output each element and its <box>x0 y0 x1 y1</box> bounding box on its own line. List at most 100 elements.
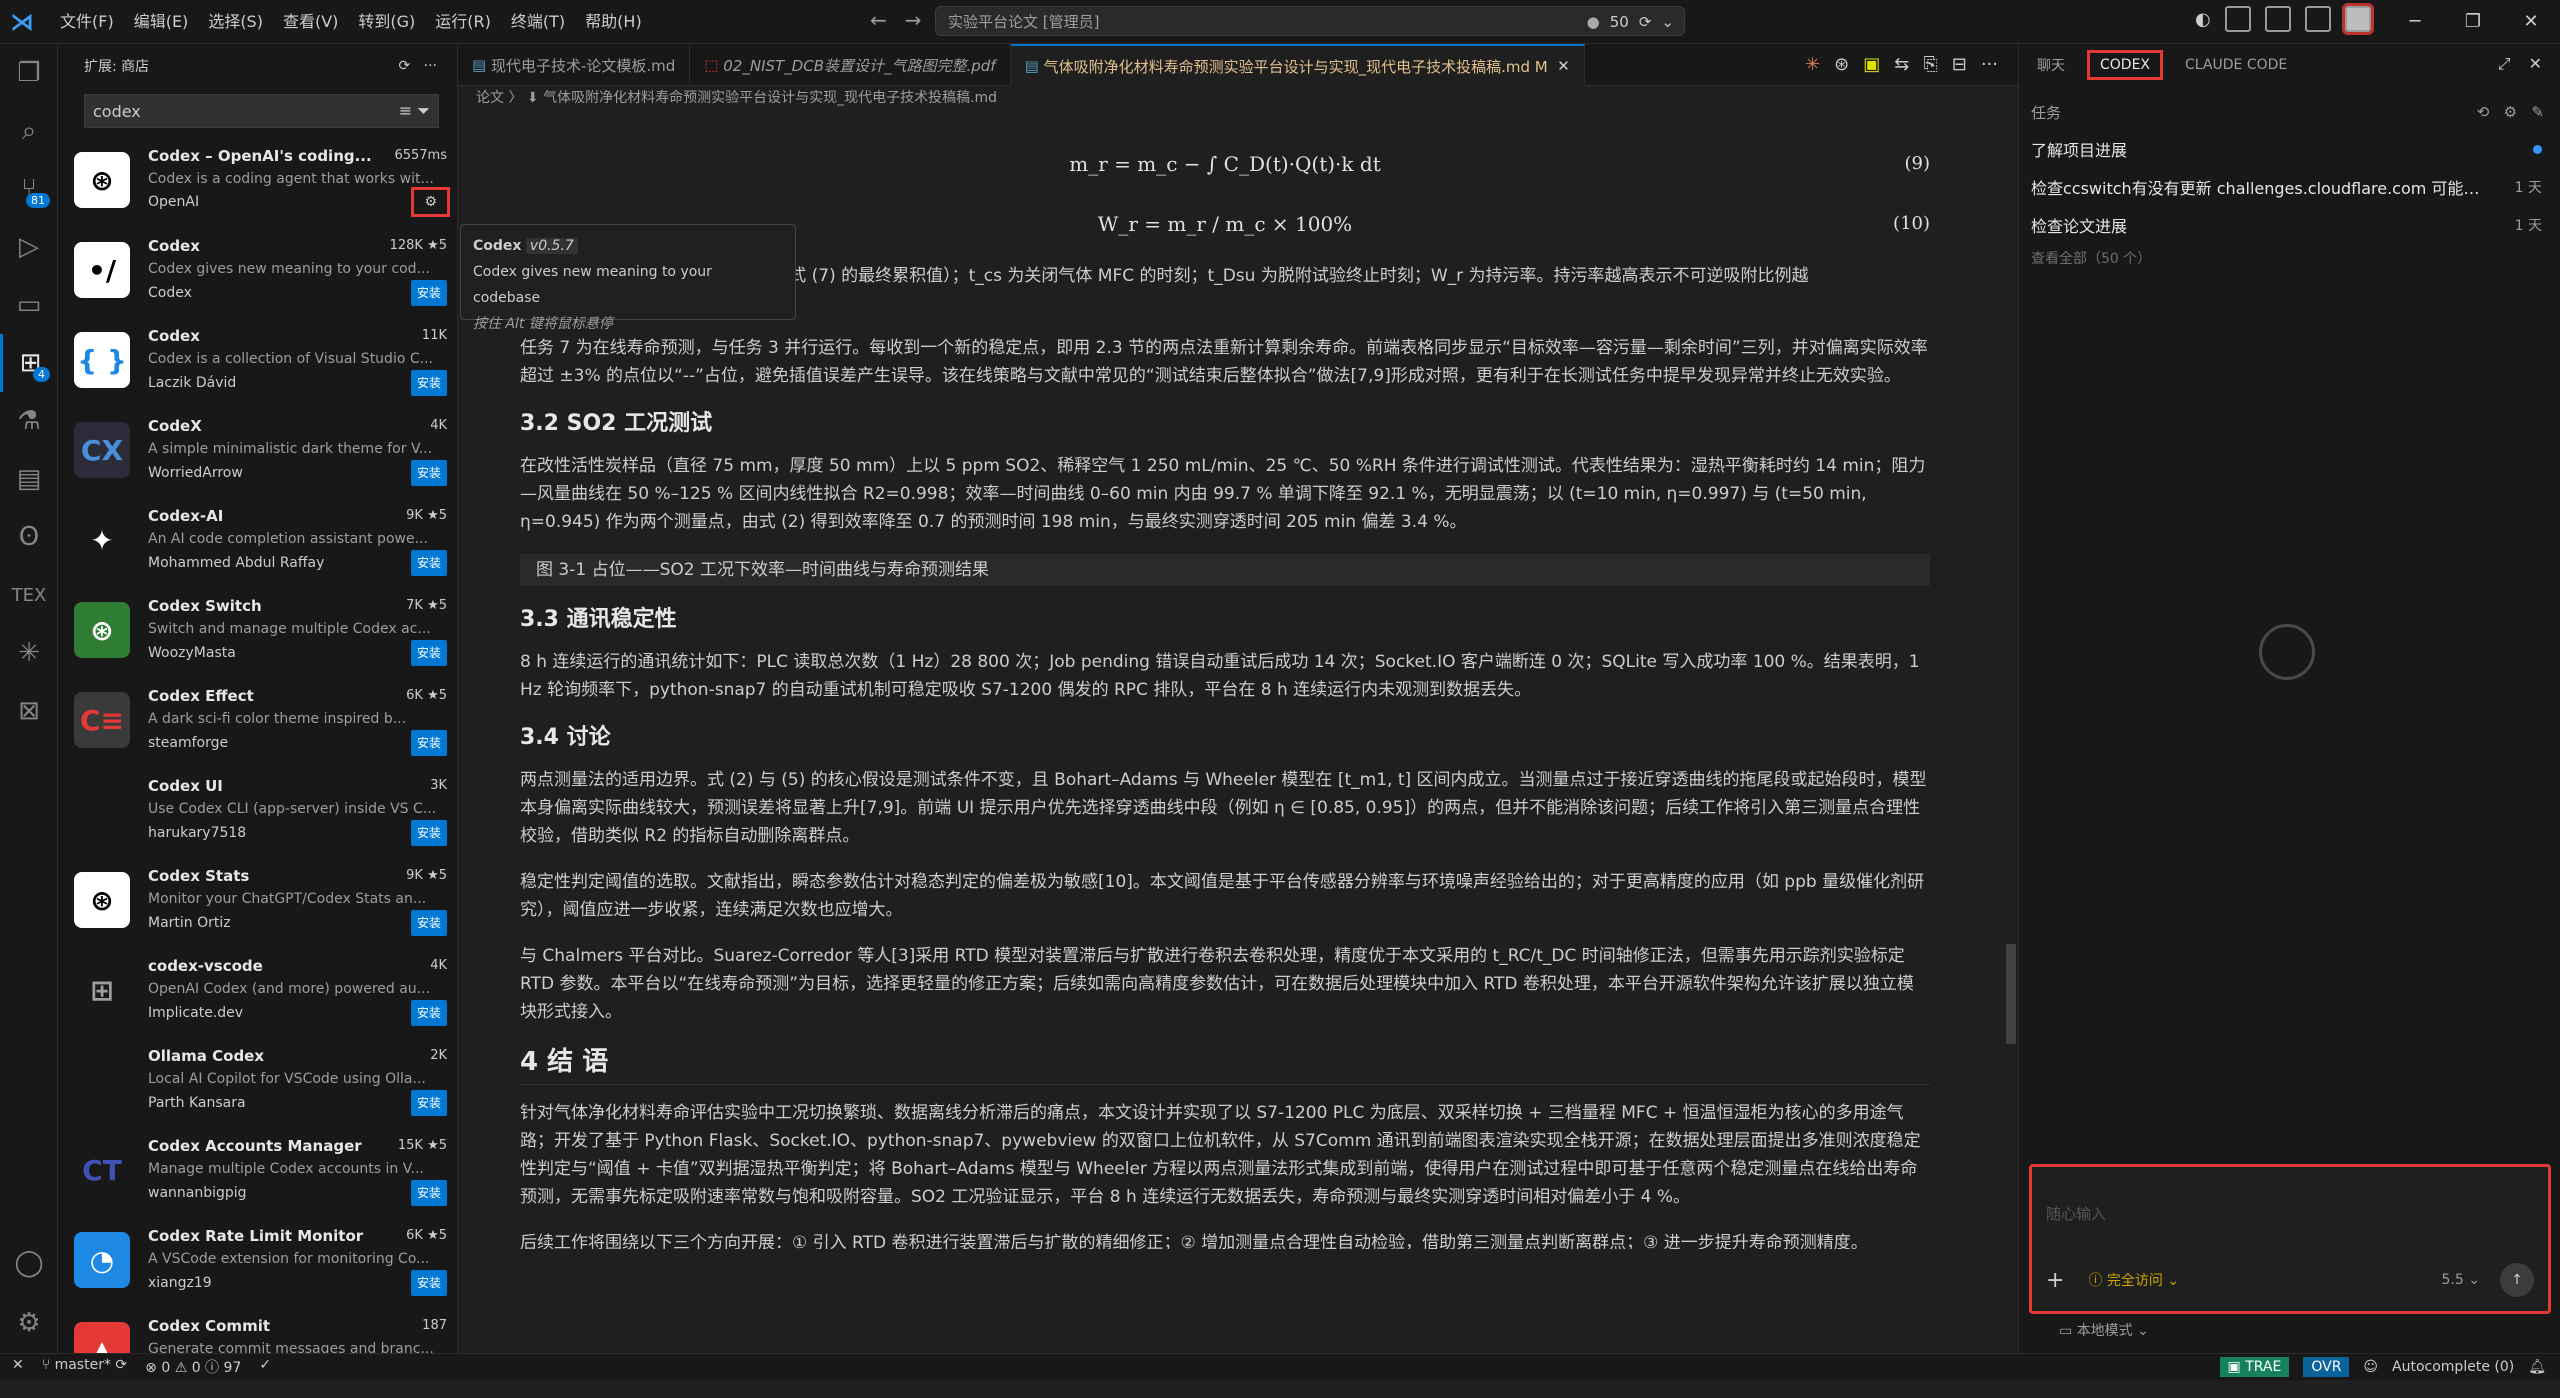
panda-icon[interactable]: ʘ <box>0 508 58 566</box>
task-item[interactable]: 检查论文进展 1 天 <box>2019 206 2560 244</box>
problems-indicator[interactable]: ⊗ 0 ⚠ 0 ⓘ 97 <box>145 1357 241 1377</box>
menu-item[interactable]: 运行(R) <box>425 0 501 44</box>
command-center[interactable]: 实验平台论文 [管理员] ● 50 ⟳ ⌄ <box>935 6 1685 36</box>
forward-icon[interactable]: → <box>905 8 922 32</box>
testing-icon[interactable]: ⚗ <box>0 392 58 450</box>
notifications-icon[interactable]: 🔔︎ <box>2528 1359 2546 1375</box>
new-task-icon[interactable]: ✎ <box>2531 103 2544 121</box>
menu-item[interactable]: 帮助(H) <box>575 0 652 44</box>
close-tab-icon[interactable]: ✕ <box>1557 57 1570 75</box>
task-item[interactable]: 检查ccswitch有没有更新 challenges.cloudflare.co… <box>2019 168 2560 206</box>
history-icon[interactable]: ⟲ <box>2477 103 2490 121</box>
install-button[interactable]: 安装 <box>410 730 447 756</box>
chevron-down-icon[interactable]: ⌄ <box>1661 13 1674 31</box>
menu-item[interactable]: 转到(G) <box>348 0 425 44</box>
openai-icon[interactable]: ⊛ <box>1834 54 1849 75</box>
menu-item[interactable]: 文件(F) <box>50 0 124 44</box>
extension-item[interactable]: ◔ Codex Rate Limit Monitor 6K ★5 A VSCode… <box>58 1218 457 1308</box>
source-control-icon[interactable]: ⑂ 81 <box>0 160 58 218</box>
tab-template-md[interactable]: ▤ 现代电子技术-论文模板.md <box>458 44 691 86</box>
prompt-input[interactable]: 随心输入 + ⓘ 完全访问 ⌄ 5.5 ⌄ ↑ <box>2029 1164 2551 1314</box>
task-item[interactable]: 了解项目进展 <box>2019 130 2560 168</box>
autocomplete-status[interactable]: Autocomplete (0) <box>2392 1359 2514 1375</box>
toggle-primary-sidebar-icon[interactable] <box>2224 6 2251 32</box>
install-button[interactable]: 安装 <box>410 460 447 486</box>
tab-paper-md[interactable]: ▤ 气体吸附净化材料寿命预测实验平台设计与实现_现代电子技术投稿稿.md M ✕ <box>1010 44 1585 86</box>
filter-icon[interactable]: ⏷ <box>417 101 430 120</box>
more-actions-icon[interactable]: ··· <box>1981 54 1998 75</box>
check-icon[interactable]: ✓ <box>259 1357 271 1377</box>
sync-icon[interactable]: ⟳ <box>1639 13 1652 31</box>
ovr-badge[interactable]: OVR <box>2303 1357 2350 1377</box>
claude-icon[interactable]: ✳ <box>1805 54 1820 75</box>
minimize-icon[interactable]: ─ <box>2386 0 2444 44</box>
install-button[interactable]: 安装 <box>410 910 447 936</box>
install-button[interactable]: 安装 <box>410 820 447 846</box>
split-editor-icon[interactable]: ⊟ <box>1952 54 1967 75</box>
extension-item[interactable]: ✦ Codex-AI 9K ★5 An AI code completion as… <box>58 498 457 588</box>
account-icon[interactable]: ◯ <box>0 1234 58 1292</box>
tab-codex[interactable]: CODEX <box>2087 50 2164 80</box>
remote-icon[interactable]: ✕ <box>12 1357 24 1377</box>
breadcrumb[interactable]: 论文 〉 ⬇ 气体吸附净化材料寿命预测实验平台设计与实现_现代电子技术投稿稿.m… <box>458 86 2018 110</box>
install-button[interactable]: 安装 <box>410 370 447 396</box>
open-changes-icon[interactable]: ⎘ <box>1923 54 1937 75</box>
install-button[interactable]: 安装 <box>410 1000 447 1026</box>
extension-item[interactable]: { } Codex 11K Codex is a collection of Vi… <box>58 318 457 408</box>
install-button[interactable]: 安装 <box>410 640 447 666</box>
remote-explorer-icon[interactable]: ▭ <box>0 276 58 334</box>
extension-item[interactable]: Ollama Codex 2K Local AI Copilot for VSCo… <box>58 1038 457 1128</box>
toggle-secondary-sidebar-icon[interactable] <box>2341 3 2374 35</box>
menu-item[interactable]: 查看(V) <box>273 0 348 44</box>
toggle-layout-icon[interactable] <box>2304 6 2331 32</box>
menu-item[interactable]: 终端(T) <box>501 0 575 44</box>
search-icon[interactable]: ⌕ <box>0 102 58 160</box>
claude-icon[interactable]: ✳ <box>0 624 58 682</box>
install-button[interactable]: 安装 <box>410 550 447 576</box>
maximize-icon[interactable]: ⤢ <box>2498 54 2511 74</box>
send-button[interactable]: ↑ <box>2500 1263 2534 1297</box>
trae-badge[interactable]: ▣ TRAE <box>2219 1357 2290 1377</box>
run-debug-icon[interactable]: ▷ <box>0 218 58 276</box>
extension-item[interactable]: ⊛ Codex Stats 9K ★5 Monitor your ChatGPT/… <box>58 858 457 948</box>
model-selector[interactable]: 5.5 ⌄ <box>2442 1272 2480 1288</box>
compare-icon[interactable]: ⇆ <box>1894 54 1909 75</box>
tab-claude-code[interactable]: CLAUDE CODE <box>2185 57 2287 73</box>
explorer-icon[interactable]: ❐ <box>0 44 58 102</box>
access-mode-button[interactable]: ⓘ 完全访问 ⌄ <box>2088 1270 2179 1290</box>
restore-icon[interactable]: ❐ <box>2444 0 2502 44</box>
settings-gear-icon[interactable]: ⚙ <box>0 1294 58 1352</box>
back-icon[interactable]: ← <box>870 8 887 32</box>
editor-scrollbar[interactable] <box>2006 944 2016 1044</box>
terminal-icon[interactable]: ▤ <box>0 450 58 508</box>
copilot-chat-icon[interactable]: ⊠ <box>0 682 58 740</box>
tab-chat[interactable]: 聊天 <box>2037 55 2065 75</box>
install-button[interactable]: 安装 <box>410 280 447 306</box>
manage-gear-icon[interactable]: ⚙ <box>411 187 450 217</box>
extension-item[interactable]: CX CodeX 4K A simple minimalistic dark th… <box>58 408 457 498</box>
extension-item[interactable]: Codex UI 3K Use Codex CLI (app-server) in… <box>58 768 457 858</box>
extensions-icon[interactable]: ⊞ 4 <box>0 334 58 392</box>
add-icon[interactable]: + <box>2046 1268 2064 1293</box>
tex-icon[interactable]: TEX <box>0 566 58 624</box>
menu-item[interactable]: 选择(S) <box>198 0 273 44</box>
settings-icon[interactable]: ⚙ <box>2504 103 2517 121</box>
extension-search-input[interactable]: codex ≡ ⏷ <box>84 94 439 128</box>
install-button[interactable]: 安装 <box>410 1180 447 1206</box>
view-all-link[interactable]: 查看全部（50 个） <box>2019 244 2560 274</box>
more-actions-icon[interactable]: ··· <box>424 58 437 74</box>
install-button[interactable]: 安装 <box>410 1270 447 1296</box>
extension-item[interactable]: ⊛ Codex – OpenAI's coding... 6557ms Codex… <box>58 138 457 228</box>
menu-item[interactable]: 编辑(E) <box>124 0 199 44</box>
copilot-icon[interactable]: ◐ <box>2195 9 2211 30</box>
extension-item[interactable]: •/ Codex 128K ★5 Codex gives new meaning … <box>58 228 457 318</box>
copilot-status-icon[interactable]: ☺ <box>2363 1359 2378 1375</box>
tab-nist-pdf[interactable]: ⬚ 02_NIST_DCB装置设计_气路图完整.pdf <box>690 44 1011 86</box>
refresh-icon[interactable]: ⟳ <box>399 58 411 74</box>
extension-item[interactable]: CT Codex Accounts Manager 15K ★5 Manage m… <box>58 1128 457 1218</box>
local-mode-button[interactable]: ▭ 本地模式 ⌄ <box>2059 1320 2149 1340</box>
extension-item[interactable]: ⊞ codex-vscode 4K OpenAI Codex (and more)… <box>58 948 457 1038</box>
clear-filter-icon[interactable]: ≡ <box>399 101 412 120</box>
close-panel-icon[interactable]: ✕ <box>2529 54 2542 74</box>
preview-icon[interactable]: ▣ <box>1863 54 1880 75</box>
